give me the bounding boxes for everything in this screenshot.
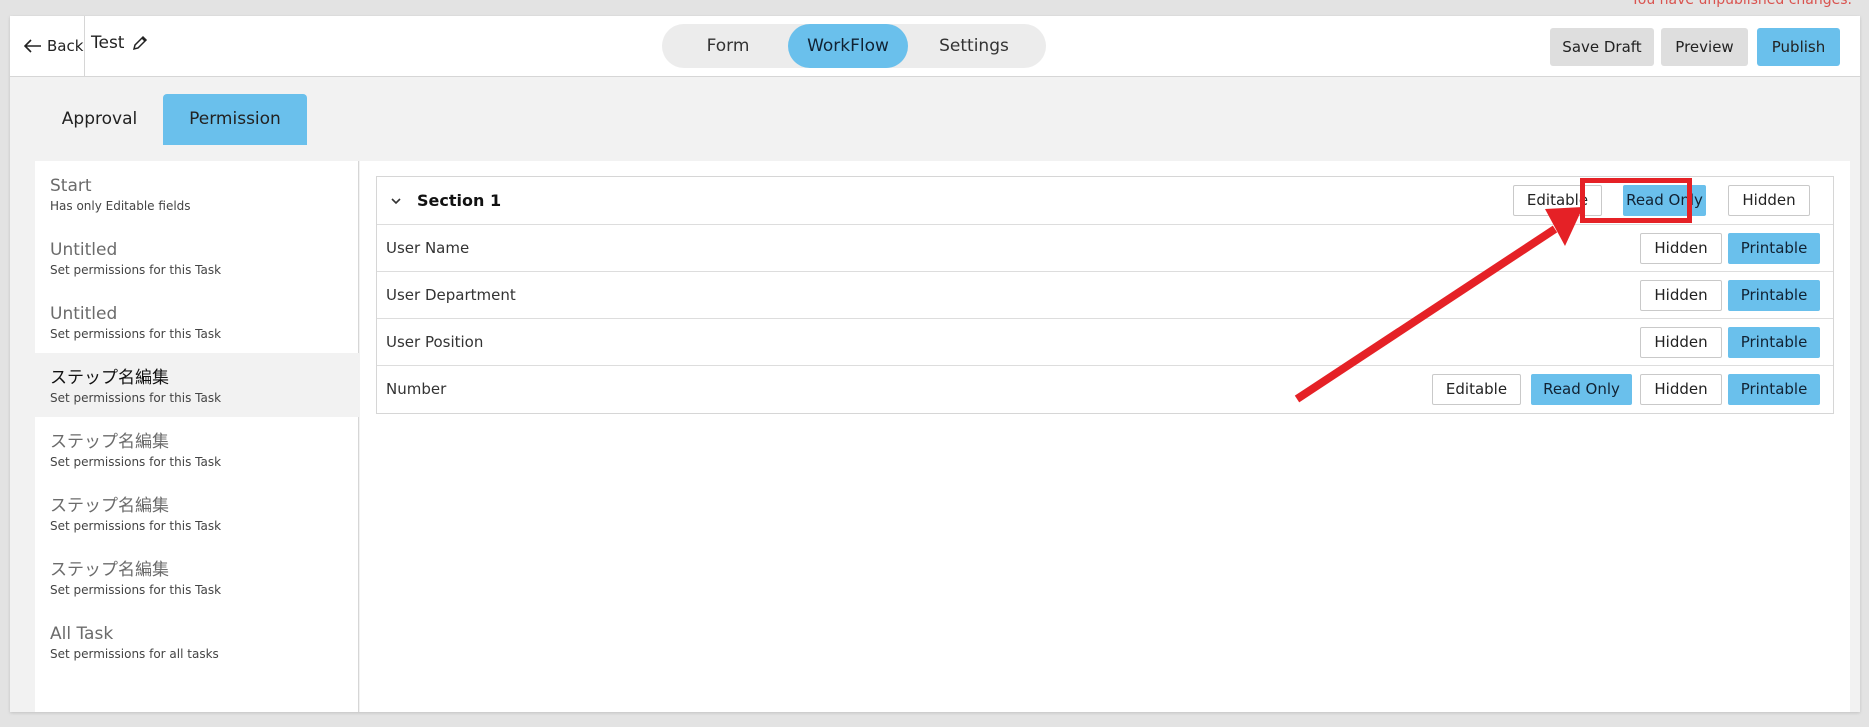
sidebar-item-step[interactable]: ステップ名編集 Set permissions for this Task — [35, 545, 359, 609]
sidebar-item-step[interactable]: ステップ名編集 Set permissions for this Task — [35, 417, 359, 481]
permission-panel: Section 1 Editable Read Only Hidden User… — [360, 161, 1850, 712]
field-row-user-position: User Position Hidden Printable — [377, 319, 1833, 366]
sidebar-item-title: ステップ名編集 — [50, 432, 169, 452]
field-label: User Position — [386, 333, 484, 351]
sidebar-item-subtitle: Set permissions for this Task — [50, 455, 222, 469]
sidebar-item-subtitle: Set permissions for this Task — [50, 519, 222, 533]
sidebar-item-untitled[interactable]: Untitled Set permissions for this Task — [35, 289, 359, 353]
field-row-user-name: User Name Hidden Printable — [377, 225, 1833, 272]
chevron-down-icon[interactable] — [389, 194, 403, 208]
header: Back Test Form WorkFlow Settings Save Dr… — [10, 16, 1860, 77]
field-printable-button[interactable]: Printable — [1728, 374, 1820, 405]
publish-button[interactable]: Publish — [1757, 28, 1840, 66]
sidebar-item-subtitle: Set permissions for all tasks — [50, 647, 219, 661]
page-title-text: Test — [91, 33, 125, 53]
sidebar-item-title: Untitled — [50, 240, 118, 260]
section-header: Section 1 Editable Read Only Hidden — [377, 177, 1833, 225]
save-draft-button[interactable]: Save Draft — [1550, 28, 1654, 66]
sidebar-item-subtitle: Set permissions for this Task — [50, 583, 222, 597]
sidebar-item-step[interactable]: ステップ名編集 Set permissions for this Task — [35, 481, 359, 545]
arrow-left-icon — [24, 39, 41, 53]
sidebar-item-subtitle: Set permissions for this Task — [50, 391, 222, 405]
sidebar-item-title: All Task — [50, 624, 114, 644]
sidebar-item-title: ステップ名編集 — [50, 496, 169, 516]
back-label: Back — [47, 37, 84, 55]
sidebar-item-untitled[interactable]: Untitled Set permissions for this Task — [35, 225, 359, 289]
section-hidden-button[interactable]: Hidden — [1728, 185, 1810, 216]
sidebar-item-title: Untitled — [50, 304, 118, 324]
tab-workflow[interactable]: WorkFlow — [788, 24, 908, 68]
sidebar-item-step-selected[interactable]: ステップ名編集 Set permissions for this Task — [35, 353, 359, 417]
sidebar-item-all-task[interactable]: All Task Set permissions for all tasks — [35, 609, 359, 673]
field-row-user-department: User Department Hidden Printable — [377, 272, 1833, 319]
sidebar-item-subtitle: Has only Editable fields — [50, 199, 191, 213]
tab-form[interactable]: Form — [668, 24, 788, 68]
highlight-box — [1580, 178, 1692, 223]
field-label: User Department — [386, 286, 516, 304]
back-button[interactable]: Back — [24, 34, 83, 58]
field-editable-button[interactable]: Editable — [1432, 374, 1521, 405]
sidebar-item-subtitle: Set permissions for this Task — [50, 327, 222, 341]
header-divider — [84, 16, 85, 77]
field-hidden-button[interactable]: Hidden — [1640, 374, 1722, 405]
field-label: User Name — [386, 239, 470, 257]
section-card: Section 1 Editable Read Only Hidden User… — [376, 176, 1834, 414]
tab-settings[interactable]: Settings — [908, 24, 1040, 68]
subtab-permission[interactable]: Permission — [163, 94, 307, 145]
preview-button[interactable]: Preview — [1661, 28, 1748, 66]
field-label: Number — [386, 380, 447, 398]
section-title: Section 1 — [417, 191, 502, 210]
field-printable-button[interactable]: Printable — [1728, 280, 1820, 311]
pencil-icon[interactable] — [132, 35, 148, 51]
field-printable-button[interactable]: Printable — [1728, 233, 1820, 264]
sidebar-item-title: ステップ名編集 — [50, 560, 169, 580]
field-printable-button[interactable]: Printable — [1728, 327, 1820, 358]
sidebar-item-title: ステップ名編集 — [50, 368, 169, 388]
field-read-only-button[interactable]: Read Only — [1531, 374, 1632, 405]
page-title: Test — [91, 33, 148, 53]
unpublished-notice: You have unpublished changes. — [1631, 0, 1852, 8]
sidebar-item-start[interactable]: Start Has only Editable fields — [35, 161, 359, 225]
field-hidden-button[interactable]: Hidden — [1640, 233, 1722, 264]
sidebar-item-title: Start — [50, 176, 92, 196]
field-row-number: Number Editable Read Only Hidden Printab… — [377, 366, 1833, 413]
field-hidden-button[interactable]: Hidden — [1640, 327, 1722, 358]
app-window: Back Test Form WorkFlow Settings Save Dr… — [10, 16, 1860, 712]
field-hidden-button[interactable]: Hidden — [1640, 280, 1722, 311]
task-sidebar: Start Has only Editable fields Untitled … — [35, 161, 359, 712]
sidebar-item-subtitle: Set permissions for this Task — [50, 263, 222, 277]
main-tabs: Form WorkFlow Settings — [662, 24, 1046, 68]
subtab-approval[interactable]: Approval — [36, 94, 163, 145]
